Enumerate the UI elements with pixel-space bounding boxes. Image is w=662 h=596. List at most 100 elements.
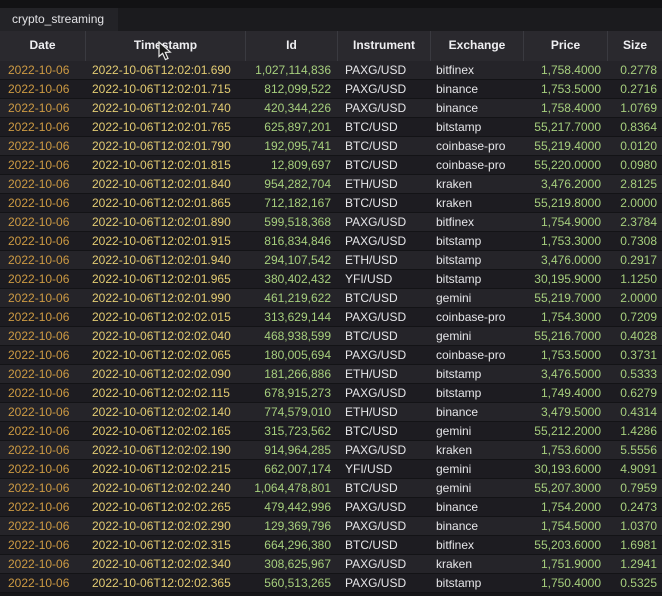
table-row[interactable]: 2022-10-062022-10-06T12:02:02.340308,625… [0,555,662,574]
cell-instrument: ETH/USD [337,251,430,269]
table-row[interactable]: 2022-10-062022-10-06T12:02:01.840954,282… [0,175,662,194]
table-row[interactable]: 2022-10-062022-10-06T12:02:02.190914,964… [0,441,662,460]
table-row[interactable]: 2022-10-062022-10-06T12:02:01.715812,099… [0,80,662,99]
table-row[interactable]: 2022-10-062022-10-06T12:02:01.765625,897… [0,118,662,137]
cell-id: 678,915,273 [245,384,337,402]
column-header-size[interactable]: Size [607,31,662,61]
table-row[interactable]: 2022-10-062022-10-06T12:02:02.115678,915… [0,384,662,403]
cell-exchange: bitstamp [430,251,523,269]
cell-id: 954,282,704 [245,175,337,193]
cell-instrument: BTC/USD [337,289,430,307]
table-row[interactable]: 2022-10-062022-10-06T12:02:01.740420,344… [0,99,662,118]
cell-id: 479,442,996 [245,498,337,516]
cell-timestamp: 2022-10-06T12:02:02.340 [85,555,245,573]
cell-id: 625,897,201 [245,118,337,136]
table-row[interactable]: 2022-10-062022-10-06T12:02:02.165315,723… [0,422,662,441]
tab-crypto-streaming[interactable]: crypto_streaming [0,8,118,31]
cell-id: 420,344,226 [245,99,337,117]
column-header-exchange[interactable]: Exchange [430,31,523,61]
cell-price: 1,758.4000 [523,61,607,79]
cell-price: 1,753.5000 [523,346,607,364]
table-row[interactable]: 2022-10-062022-10-06T12:02:02.090181,266… [0,365,662,384]
cell-date: 2022-10-06 [0,517,85,535]
table-row[interactable]: 2022-10-062022-10-06T12:02:01.6901,027,1… [0,61,662,80]
cell-exchange: kraken [430,175,523,193]
cell-date: 2022-10-06 [0,327,85,345]
cell-size: 0.3731 [607,346,662,364]
cell-id: 1,027,114,836 [245,61,337,79]
tab-bar: crypto_streaming [0,0,662,31]
cell-instrument: PAXG/USD [337,308,430,326]
column-header-id[interactable]: Id [245,31,337,61]
cell-size: 0.5333 [607,365,662,383]
cell-date: 2022-10-06 [0,289,85,307]
cell-timestamp: 2022-10-06T12:02:02.165 [85,422,245,440]
cell-size: 0.6279 [607,384,662,402]
cell-exchange: bitstamp [430,574,523,592]
cell-timestamp: 2022-10-06T12:02:01.865 [85,194,245,212]
table-row[interactable]: 2022-10-062022-10-06T12:02:01.81512,809,… [0,156,662,175]
cell-instrument: PAXG/USD [337,80,430,98]
cell-timestamp: 2022-10-06T12:02:02.040 [85,327,245,345]
cell-date: 2022-10-06 [0,574,85,592]
table-row[interactable]: 2022-10-062022-10-06T12:02:01.790192,095… [0,137,662,156]
cell-id: 468,938,599 [245,327,337,345]
cell-date: 2022-10-06 [0,346,85,364]
cell-price: 55,219.8000 [523,194,607,212]
cell-instrument: PAXG/USD [337,384,430,402]
cell-size: 0.7308 [607,232,662,250]
table-row[interactable]: 2022-10-062022-10-06T12:02:01.890599,518… [0,213,662,232]
cell-id: 313,629,144 [245,308,337,326]
cell-date: 2022-10-06 [0,251,85,269]
cell-instrument: PAXG/USD [337,555,430,573]
cell-date: 2022-10-06 [0,441,85,459]
cell-timestamp: 2022-10-06T12:02:02.290 [85,517,245,535]
table-row[interactable]: 2022-10-062022-10-06T12:02:01.940294,107… [0,251,662,270]
cell-id: 914,964,285 [245,441,337,459]
cell-id: 599,518,368 [245,213,337,231]
cell-exchange: gemini [430,479,523,497]
column-header-timestamp[interactable]: Timestamp [85,31,245,61]
table-row[interactable]: 2022-10-062022-10-06T12:02:02.290129,369… [0,517,662,536]
column-header-instrument[interactable]: Instrument [337,31,430,61]
cell-price: 1,754.3000 [523,308,607,326]
cell-timestamp: 2022-10-06T12:02:01.965 [85,270,245,288]
column-header-price[interactable]: Price [523,31,607,61]
table-row[interactable]: 2022-10-062022-10-06T12:02:01.865712,182… [0,194,662,213]
cell-size: 0.7959 [607,479,662,497]
cell-date: 2022-10-06 [0,498,85,516]
datagrid-app: crypto_streaming DateTimestampIdInstrume… [0,0,662,596]
cell-date: 2022-10-06 [0,213,85,231]
table-row[interactable]: 2022-10-062022-10-06T12:02:02.065180,005… [0,346,662,365]
table-row[interactable]: 2022-10-062022-10-06T12:02:01.965380,402… [0,270,662,289]
cell-instrument: PAXG/USD [337,213,430,231]
cell-exchange: bitfinex [430,213,523,231]
cell-instrument: PAXG/USD [337,99,430,117]
table-row[interactable]: 2022-10-062022-10-06T12:02:02.265479,442… [0,498,662,517]
table-row[interactable]: 2022-10-062022-10-06T12:02:02.140774,579… [0,403,662,422]
cell-date: 2022-10-06 [0,99,85,117]
table-row[interactable]: 2022-10-062022-10-06T12:02:02.365560,513… [0,574,662,593]
cell-id: 12,809,697 [245,156,337,174]
table-row[interactable]: 2022-10-062022-10-06T12:02:01.990461,219… [0,289,662,308]
table-row[interactable]: 2022-10-062022-10-06T12:02:02.215662,007… [0,460,662,479]
table-row[interactable]: 2022-10-062022-10-06T12:02:02.2401,064,4… [0,479,662,498]
column-header-date[interactable]: Date [0,31,85,61]
cell-instrument: ETH/USD [337,175,430,193]
table-row[interactable]: 2022-10-062022-10-06T12:02:02.015313,629… [0,308,662,327]
cell-id: 129,369,796 [245,517,337,535]
cell-date: 2022-10-06 [0,422,85,440]
cell-timestamp: 2022-10-06T12:02:01.940 [85,251,245,269]
cell-exchange: kraken [430,441,523,459]
cell-price: 3,476.5000 [523,365,607,383]
cell-size: 0.8364 [607,118,662,136]
cell-price: 1,753.6000 [523,441,607,459]
cell-id: 816,834,846 [245,232,337,250]
cell-instrument: BTC/USD [337,156,430,174]
cell-exchange: bitstamp [430,118,523,136]
cell-timestamp: 2022-10-06T12:02:01.765 [85,118,245,136]
table-row[interactable]: 2022-10-062022-10-06T12:02:02.315664,296… [0,536,662,555]
cell-exchange: bitfinex [430,536,523,554]
table-row[interactable]: 2022-10-062022-10-06T12:02:02.040468,938… [0,327,662,346]
table-row[interactable]: 2022-10-062022-10-06T12:02:01.915816,834… [0,232,662,251]
